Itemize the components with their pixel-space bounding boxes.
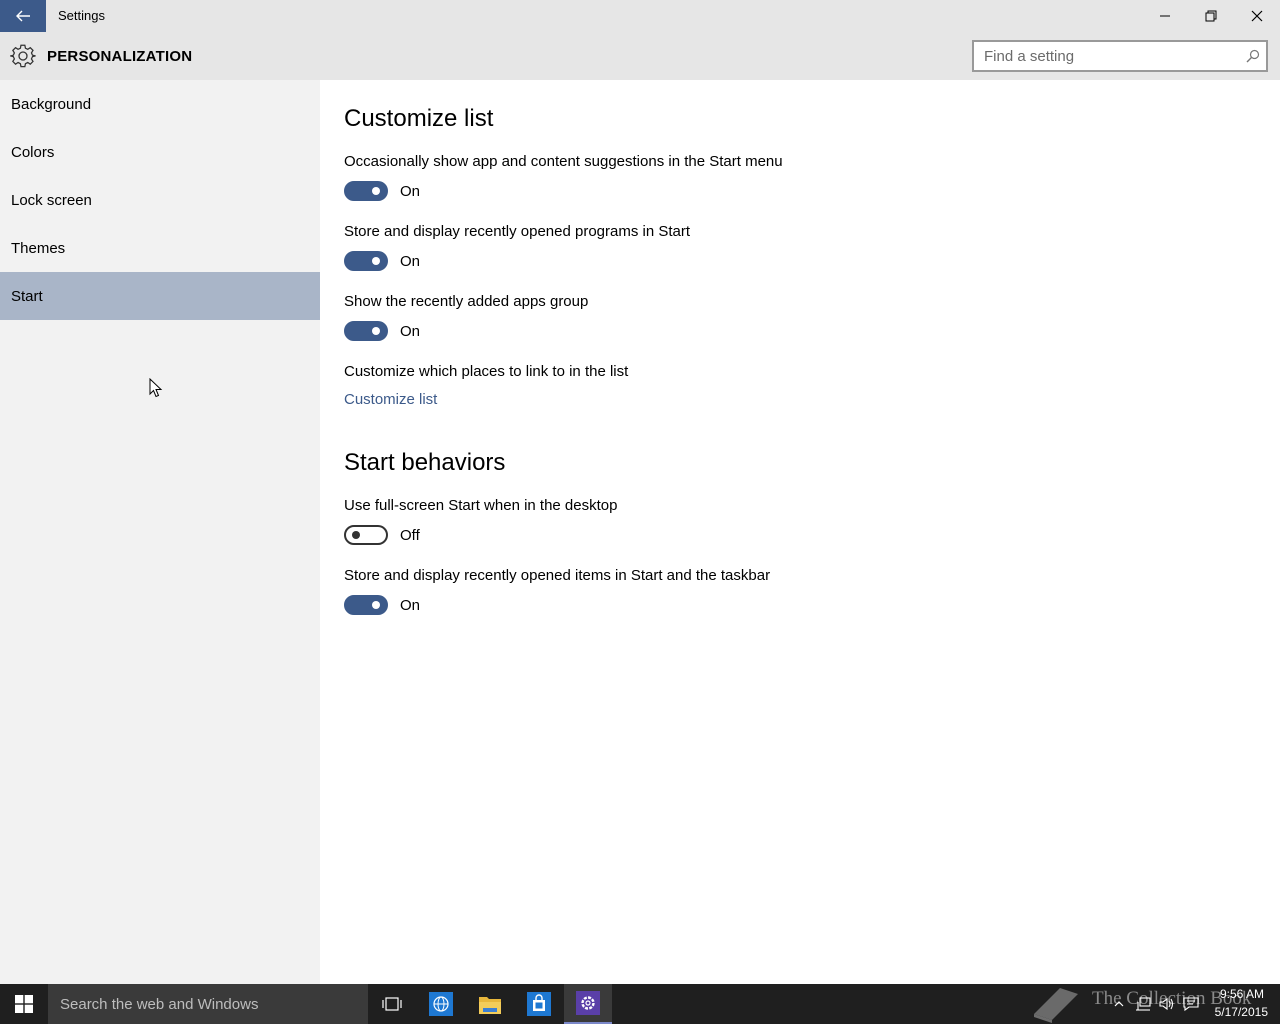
window-title: Settings: [58, 8, 105, 23]
sidebar: Background Colors Lock screen Themes Sta…: [0, 80, 320, 984]
setting-label-full-screen: Use full-screen Start when in the deskto…: [344, 497, 618, 514]
toggle-recent-items[interactable]: [344, 595, 388, 615]
sidebar-item-lock-screen[interactable]: Lock screen: [0, 176, 320, 224]
toggle-knob: [372, 327, 380, 335]
setting-label-recent-programs: Store and display recently opened progra…: [344, 223, 691, 240]
taskbar-browser-button[interactable]: [417, 984, 465, 1024]
clock-time[interactable]: 9:56 AM: [1214, 987, 1264, 1001]
volume-icon[interactable]: [1158, 996, 1176, 1012]
title-bar: Settings: [0, 0, 1280, 32]
toggle-knob: [372, 257, 380, 265]
toggle-recent-programs[interactable]: [344, 251, 388, 271]
network-icon[interactable]: [1134, 996, 1152, 1012]
taskbar: The Collection Book 9:56 AM 5/17/2015: [0, 984, 1280, 1024]
store-bag-icon: [527, 992, 551, 1016]
sidebar-item-background[interactable]: Background: [0, 80, 320, 128]
action-center-icon[interactable]: [1182, 996, 1200, 1012]
sidebar-item-colors[interactable]: Colors: [0, 128, 320, 176]
system-tray: [1112, 984, 1200, 1024]
restore-button[interactable]: [1188, 0, 1234, 32]
toggle-knob: [372, 187, 380, 195]
toggle-recently-added[interactable]: [344, 321, 388, 341]
gear-icon: [10, 44, 36, 68]
section-title-start-behaviors: Start behaviors: [344, 449, 506, 476]
toggle-state-full-screen: Off: [400, 527, 420, 544]
minimize-button[interactable]: [1142, 0, 1188, 32]
section-title-customize-list: Customize list: [344, 105, 494, 132]
setting-label-recently-added: Show the recently added apps group: [344, 293, 589, 310]
start-button[interactable]: [0, 984, 48, 1024]
sidebar-item-start[interactable]: Start: [0, 272, 320, 320]
clock-date[interactable]: 5/17/2015: [1212, 1005, 1268, 1019]
task-view-icon: [382, 997, 402, 1011]
settings-search-box[interactable]: [972, 40, 1268, 72]
windows-logo-icon: [15, 995, 33, 1013]
toggle-state-recent-items: On: [400, 597, 421, 614]
toggle-state-recently-added: On: [400, 323, 421, 340]
browser-globe-icon: [429, 992, 453, 1016]
task-view-button[interactable]: [368, 984, 416, 1024]
close-button[interactable]: [1234, 0, 1280, 32]
taskbar-search-input[interactable]: [48, 984, 368, 1024]
show-hidden-icons-chevron-icon[interactable]: [1112, 997, 1126, 1011]
setting-label-places: Customize which places to link to in the…: [344, 363, 629, 380]
taskbar-file-explorer-button[interactable]: [466, 984, 514, 1024]
setting-label-suggestions: Occasionally show app and content sugges…: [344, 153, 783, 170]
search-icon[interactable]: [1246, 49, 1260, 63]
book-watermark-icon: [1034, 988, 1078, 1023]
minimize-icon: [1160, 15, 1170, 17]
main-content: Customize list Occasionally show app and…: [320, 80, 1280, 984]
toggle-knob: [352, 531, 360, 539]
mouse-cursor-icon: [149, 378, 163, 398]
close-icon: [1251, 10, 1263, 22]
taskbar-search-box[interactable]: [48, 984, 368, 1024]
taskbar-settings-button[interactable]: [564, 984, 612, 1024]
toggle-full-screen[interactable]: [344, 525, 388, 545]
folder-icon: [479, 997, 501, 1014]
setting-label-recent-items: Store and display recently opened items …: [344, 567, 771, 584]
back-arrow-icon: [16, 10, 30, 22]
restore-icon: [1205, 10, 1217, 22]
toggle-suggestions[interactable]: [344, 181, 388, 201]
page-title: PERSONALIZATION: [47, 48, 193, 65]
settings-search-input[interactable]: [974, 42, 1234, 70]
sidebar-item-themes[interactable]: Themes: [0, 224, 320, 272]
toggle-knob: [372, 601, 380, 609]
back-button[interactable]: [0, 0, 46, 32]
taskbar-store-button[interactable]: [515, 984, 563, 1024]
settings-header: PERSONALIZATION: [0, 32, 1280, 80]
settings-gear-icon: [576, 991, 600, 1015]
toggle-state-recent-programs: On: [400, 253, 421, 270]
toggle-state-suggestions: On: [400, 183, 421, 200]
customize-list-link[interactable]: Customize list: [344, 391, 437, 408]
